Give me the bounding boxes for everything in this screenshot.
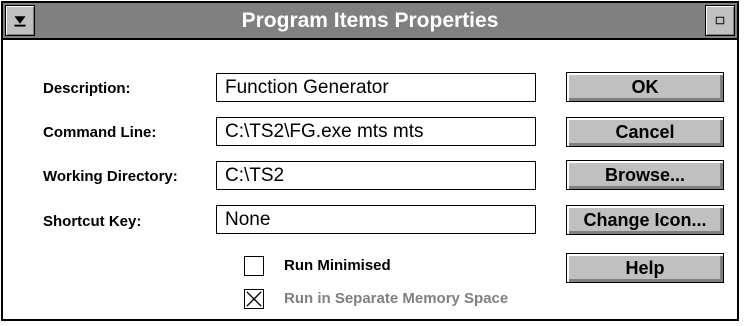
change-icon-button[interactable]: Change Icon... [566, 205, 724, 235]
run-separate-memory-label: Run in Separate Memory Space [284, 290, 509, 307]
run-minimised-option[interactable]: Run Minimised [244, 256, 554, 276]
browse-button[interactable]: Browse... [566, 160, 724, 190]
help-button[interactable]: Help [566, 253, 724, 283]
description-field[interactable]: Function Generator [216, 73, 536, 102]
dialog-title: Program Items Properties [241, 9, 499, 32]
restore-button[interactable] [705, 5, 735, 36]
checked-x-icon [246, 291, 262, 307]
shortcut-key-label: Shortcut Key: [43, 213, 142, 230]
cancel-button[interactable]: Cancel [566, 117, 724, 147]
command-line-label: Command Line: [43, 124, 157, 141]
working-directory-field[interactable]: C:\TS2 [216, 161, 536, 190]
restore-icon [715, 16, 725, 25]
shortcut-key-field[interactable]: None [216, 205, 536, 234]
working-directory-label: Working Directory: [43, 168, 178, 185]
title-bar: Program Items Properties [3, 3, 737, 40]
window-menu-button[interactable] [5, 5, 35, 36]
description-label: Description: [43, 80, 131, 97]
window-menu-icon [14, 16, 26, 27]
ok-button[interactable]: OK [566, 72, 724, 102]
run-minimised-checkbox[interactable] [244, 256, 264, 276]
program-item-properties-dialog: Program Items Properties Description: Fu… [1, 1, 739, 321]
run-separate-memory-option: Run in Separate Memory Space [244, 289, 554, 309]
run-separate-memory-checkbox [244, 289, 264, 309]
run-minimised-label: Run Minimised [284, 257, 391, 274]
command-line-field[interactable]: C:\TS2\FG.exe mts mts [216, 117, 536, 146]
